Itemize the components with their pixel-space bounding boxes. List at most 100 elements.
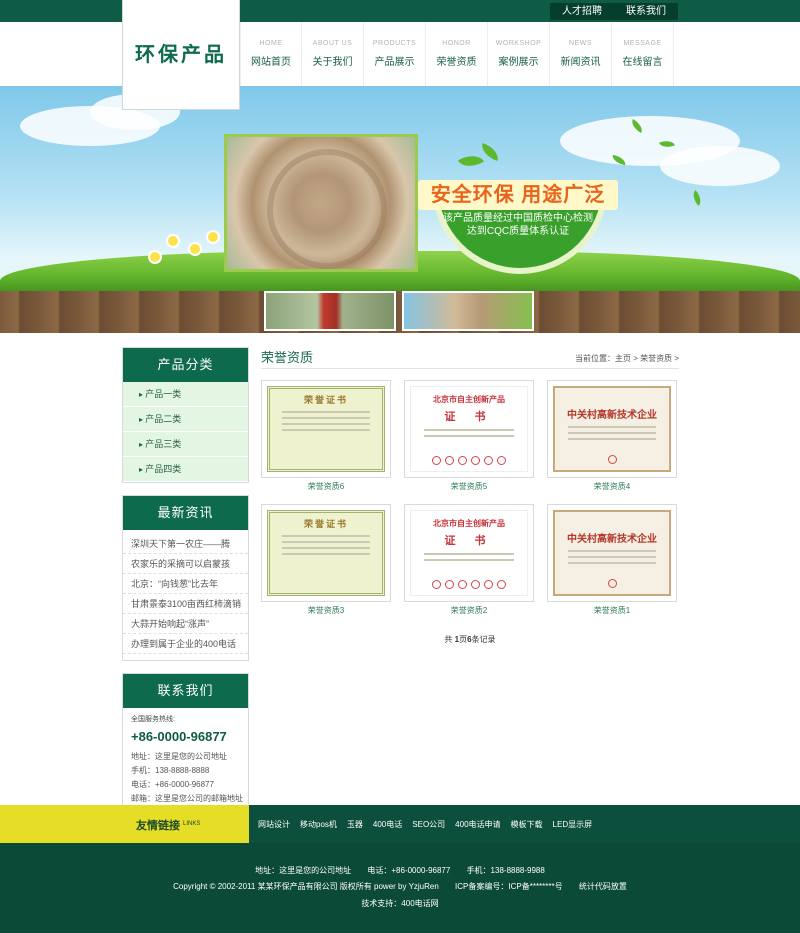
contact-box: 联系我们 全国服务热线: +86-0000-96877 地址：这里是您的公司地址… [122, 673, 249, 815]
top-bar: 人才招聘 联系我们 [0, 0, 800, 22]
certificate-text-lines [567, 550, 657, 564]
site-logo[interactable]: 环保产品 [122, 0, 240, 110]
contact-email: 邮箱：这里是您公司的邮箱地址 [131, 794, 243, 803]
category-item[interactable]: 产品一类 [123, 382, 248, 407]
certificate-caption[interactable]: 荣誉资质3 [261, 605, 391, 616]
news-list: 深圳天下第一农庄——腾 农家乐的采摘可以启蒙孩 北京：“向钱葱”比去年 甘肃景泰… [123, 530, 248, 660]
friend-link[interactable]: 400电话 [373, 819, 402, 830]
certificate-card[interactable]: 荣誉证书 荣誉资质6 [261, 380, 391, 492]
contact-body: 全国服务热线: +86-0000-96877 地址：这里是您的公司地址 手机：1… [123, 708, 248, 814]
nav-message[interactable]: MESSAGE 在线留言 [612, 22, 674, 86]
seal-icon [607, 455, 617, 464]
breadcrumb: 当前位置：主页 > 荣誉资质 > [574, 354, 679, 363]
category-item[interactable]: 产品四类 [123, 457, 248, 482]
nav-workshop[interactable]: WORKSHOP 案例展示 [488, 22, 550, 86]
footer-mobile: 手机：138-8888-9988 [466, 866, 545, 875]
certificate-caption[interactable]: 荣誉资质1 [547, 605, 677, 616]
friend-link[interactable]: 玉器 [347, 819, 363, 830]
seal-icon [471, 456, 480, 465]
certificate-caption[interactable]: 荣誉资质5 [404, 481, 534, 492]
top-link-contact[interactable]: 联系我们 [614, 3, 678, 20]
seal-icon [497, 456, 506, 465]
friend-link[interactable]: 移动pos机 [300, 819, 337, 830]
certificate-text-lines [423, 429, 515, 437]
certificate-seals [411, 456, 527, 465]
sidebar: 产品分类 产品一类 产品二类 产品三类 产品四类 最新资讯 深圳天下第一农庄——… [122, 347, 249, 827]
page-title: 荣誉资质 [261, 350, 314, 365]
certificate-image[interactable]: 中关村高新技术企业 [547, 380, 677, 478]
category-item[interactable]: 产品三类 [123, 432, 248, 457]
seal-icon [445, 580, 454, 589]
certificate-picture: 北京市自主创新产品 证 书 [410, 386, 528, 472]
seal-icon [432, 456, 441, 465]
top-link-recruit[interactable]: 人才招聘 [550, 3, 614, 20]
footer-address: 地址：这里是您的公司地址 [255, 866, 352, 875]
seal-icon [458, 580, 467, 589]
nav-honor[interactable]: HONOR 荣誉资质 [426, 22, 488, 86]
flower-decoration [190, 244, 200, 254]
news-item[interactable]: 甘肃景泰3100亩西红柿滴销 [123, 594, 248, 614]
nav-en-label: NEWS [569, 40, 592, 47]
certificate-picture: 荣誉证书 [267, 386, 385, 472]
news-item[interactable]: 大蒜开始响起“涨声” [123, 614, 248, 634]
pagination-summary: 共 1页6条记录 [261, 634, 679, 645]
nav-cn-label: 关于我们 [312, 57, 353, 68]
flower-decoration [150, 252, 160, 262]
certificate-image[interactable]: 荣誉证书 [261, 380, 391, 478]
certificate-caption[interactable]: 荣誉资质2 [404, 605, 534, 616]
certificate-image[interactable]: 中关村高新技术企业 [547, 504, 677, 602]
news-item[interactable]: 深圳天下第一农庄——腾 [123, 534, 248, 554]
friend-links-band: 友情链接 LINKS 网站设计 移动pos机 玉器 400电话 SEO公司 40… [0, 805, 800, 843]
certificate-card[interactable]: 北京市自主创新产品 证 书 荣誉资质5 [404, 380, 534, 492]
certificate-card[interactable]: 荣誉证书 荣誉资质3 [261, 504, 391, 616]
cloud-decoration [660, 146, 780, 186]
friend-link[interactable]: 模板下载 [511, 819, 543, 830]
certificate-caption[interactable]: 荣誉资质4 [547, 481, 677, 492]
flower-decoration [168, 236, 178, 246]
news-item[interactable]: 办理到属于企业的400电话 [123, 634, 248, 654]
nav-cn-label: 新闻资讯 [560, 57, 601, 68]
certificate-image[interactable]: 北京市自主创新产品 证 书 [404, 380, 534, 478]
certificate-card[interactable]: 中关村高新技术企业 荣誉资质1 [547, 504, 677, 616]
category-box: 产品分类 产品一类 产品二类 产品三类 产品四类 [122, 347, 249, 483]
nav-en-label: HOME [259, 40, 283, 47]
nav-about[interactable]: ABOUT US 关于我们 [302, 22, 364, 86]
certificate-image[interactable]: 北京市自主创新产品 证 书 [404, 504, 534, 602]
friend-link[interactable]: SEO公司 [412, 819, 445, 830]
news-item[interactable]: 农家乐的采摘可以启蒙孩 [123, 554, 248, 574]
hero-banner: 安全环保 用途广泛 该产品质量经过中国质检中心检测 达到CQC质量体系认证 [0, 86, 800, 333]
nav-home[interactable]: HOME 网站首页 [240, 22, 302, 86]
news-item[interactable]: 北京：“向钱葱”比去年 [123, 574, 248, 594]
paging-mid: 页 [459, 635, 468, 644]
certificate-caption[interactable]: 荣誉资质6 [261, 481, 391, 492]
nav-products[interactable]: PRODUCTS 产品展示 [364, 22, 426, 86]
banner-thumbnail[interactable] [402, 291, 534, 331]
certificate-picture: 中关村高新技术企业 [553, 510, 671, 596]
footer-icp[interactable]: ICP备案编号：ICP备********号 [455, 882, 563, 891]
banner-thumbnail[interactable] [264, 291, 396, 331]
friend-link[interactable]: 网站设计 [258, 819, 290, 830]
certificate-heading: 中关村高新技术企业 [567, 534, 657, 545]
footer: 地址：这里是您的公司地址 电话：+86-0000-96877 手机：138-88… [0, 843, 800, 933]
leaf-decoration [689, 190, 705, 206]
nav-cn-label: 网站首页 [251, 57, 291, 68]
main-header: 荣誉资质 当前位置：主页 > 荣誉资质 > [261, 347, 679, 369]
friend-link[interactable]: 400电话申请 [455, 819, 500, 830]
contact-address: 地址：这里是您的公司地址 [131, 752, 227, 761]
paging-prefix: 共 [444, 635, 455, 644]
footer-stats: 统计代码放置 [578, 882, 627, 891]
certificate-image[interactable]: 荣誉证书 [261, 504, 391, 602]
nav-cn-label: 产品展示 [374, 57, 415, 68]
certificate-seals [555, 455, 669, 464]
top-links: 人才招聘 联系我们 [550, 3, 678, 20]
certificate-card[interactable]: 北京市自主创新产品 证 书 荣誉资质2 [404, 504, 534, 616]
certificate-card[interactable]: 中关村高新技术企业 荣誉资质4 [547, 380, 677, 492]
contact-mobile: 手机：138-8888-8888 [131, 766, 210, 775]
certificate-heading: 荣誉证书 [303, 395, 348, 405]
footer-phone: 电话：+86-0000-96877 [367, 866, 451, 875]
footer-support[interactable]: 技术支持：400电话网 [361, 899, 438, 908]
friend-link[interactable]: LED显示屏 [553, 819, 593, 830]
banner-slogan: 安全环保 用途广泛 [418, 180, 618, 210]
nav-news[interactable]: NEWS 新闻资讯 [550, 22, 612, 86]
category-item[interactable]: 产品二类 [123, 407, 248, 432]
